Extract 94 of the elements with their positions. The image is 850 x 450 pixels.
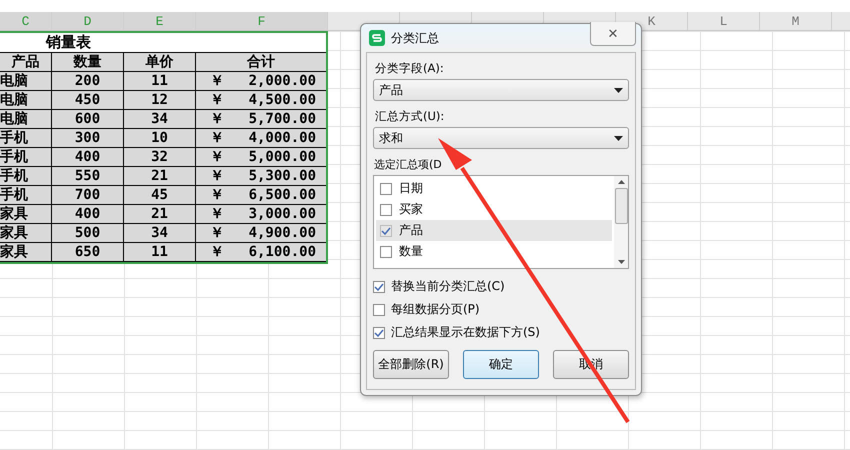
scroll-down-icon[interactable] — [618, 260, 624, 264]
table-cell: 家具 — [0, 205, 52, 223]
amount-text: 3,000.00 — [248, 205, 316, 223]
checkbox[interactable] — [380, 246, 392, 258]
table-cell: 45 — [124, 186, 196, 204]
table-cell: 32 — [124, 148, 196, 166]
header-cell-text: 合计 — [246, 53, 276, 71]
checkbox[interactable] — [373, 280, 385, 292]
header-cell: 单价 — [124, 53, 196, 71]
column-header[interactable]: K — [648, 14, 656, 28]
table-cell: 400 — [52, 205, 124, 223]
item-label: 产品 — [399, 222, 423, 239]
table-cell: 34 — [124, 224, 196, 242]
amount-text: 5,300.00 — [248, 167, 316, 185]
dialog-title: 分类汇总 — [391, 30, 439, 46]
list-item[interactable]: 买家 — [376, 199, 612, 220]
scroll-up-icon[interactable] — [618, 180, 624, 184]
checkbox-label: 汇总结果显示在数据下方(S) — [391, 324, 540, 341]
table-cell: 21 — [124, 167, 196, 185]
list-item[interactable]: 日期 — [376, 178, 612, 199]
table-cell: 电脑 — [0, 91, 52, 109]
table-cell: 10 — [124, 129, 196, 147]
currency-symbol: ￥ — [210, 224, 224, 242]
checkbox[interactable] — [380, 224, 392, 236]
list-item[interactable]: 数量 — [376, 241, 612, 262]
table-title: 销量表 — [46, 33, 91, 52]
table-cell: 450 — [52, 91, 124, 109]
item-label: 日期 — [399, 180, 423, 197]
table-cell: 34 — [124, 110, 196, 128]
table-cell: 21 — [124, 205, 196, 223]
table-cell: 11 — [124, 72, 196, 90]
ok-button[interactable]: 确定 — [463, 350, 539, 379]
checkbox-label: 每组数据分页(P) — [391, 301, 480, 318]
check-icon — [374, 282, 384, 290]
dropdown-caret-icon — [614, 136, 623, 140]
field-label: 选定汇总项(D — [374, 157, 442, 172]
currency-symbol: ￥ — [210, 186, 224, 204]
amount-text: 5,700.00 — [248, 110, 316, 128]
currency-symbol: ￥ — [210, 205, 224, 223]
table-cell: 550 — [52, 167, 124, 185]
table-cell: 12 — [124, 91, 196, 109]
amount-text: 6,500.00 — [248, 186, 316, 204]
table-cell: 手机 — [0, 129, 52, 147]
currency-symbol: ￥ — [210, 72, 224, 90]
amount-text: 6,100.00 — [248, 243, 316, 261]
table-cell: 11 — [124, 243, 196, 261]
checkbox[interactable] — [380, 182, 392, 194]
table-cell: 200 — [52, 72, 124, 90]
table-cell: 手机 — [0, 186, 52, 204]
currency-symbol: ￥ — [210, 148, 224, 166]
table-cell: 电脑 — [0, 72, 52, 90]
checkbox-label: 替换当前分类汇总(C) — [391, 278, 505, 295]
table-cell: 400 — [52, 148, 124, 166]
currency-symbol: ￥ — [210, 91, 224, 109]
header-cell: 产品 — [0, 53, 52, 71]
list-item[interactable]: 产品 — [376, 220, 612, 241]
table-cell: 500 — [52, 224, 124, 242]
column-header[interactable]: M — [792, 14, 800, 28]
dropdown-caret-icon — [614, 88, 623, 92]
amount-text: 2,000.00 — [248, 72, 316, 90]
dialog-button[interactable]: 全部删除(R) — [373, 350, 449, 379]
amount-text: 4,900.00 — [248, 224, 316, 242]
table-cell: 电脑 — [0, 110, 52, 128]
table-cell: 家具 — [0, 224, 52, 242]
item-label: 买家 — [399, 201, 423, 218]
checkbox[interactable] — [373, 326, 385, 338]
check-icon — [374, 328, 384, 336]
currency-symbol: ￥ — [210, 110, 224, 128]
table-cell: 650 — [52, 243, 124, 261]
category-field-dropdown[interactable]: 产品 — [373, 79, 629, 101]
amount-text: 4,000.00 — [248, 129, 316, 147]
table-cell: 家具 — [0, 243, 52, 261]
table-cell: 300 — [52, 129, 124, 147]
scrollbar[interactable] — [614, 176, 628, 268]
table-cell: 600 — [52, 110, 124, 128]
currency-symbol: ￥ — [210, 243, 224, 261]
currency-symbol: ￥ — [210, 129, 224, 147]
table-cell: 手机 — [0, 167, 52, 185]
table-cell: 手机 — [0, 148, 52, 166]
checkbox[interactable] — [373, 304, 385, 316]
currency-symbol: ￥ — [210, 167, 224, 185]
check-icon — [381, 226, 391, 234]
item-label: 数量 — [399, 243, 423, 260]
close-button[interactable]: ✕ — [590, 22, 636, 46]
amount-text: 5,000.00 — [248, 148, 316, 166]
summary-method-dropdown[interactable]: 求和 — [373, 127, 629, 149]
app-logo-icon — [369, 30, 385, 46]
table-cell: 700 — [52, 186, 124, 204]
header-cell: 数量 — [52, 53, 124, 71]
field-label: 汇总方式(U): — [375, 109, 446, 124]
amount-text: 4,500.00 — [248, 91, 316, 109]
field-label: 分类字段(A): — [375, 61, 445, 76]
column-header[interactable]: L — [720, 14, 728, 28]
checkbox[interactable] — [380, 204, 392, 216]
